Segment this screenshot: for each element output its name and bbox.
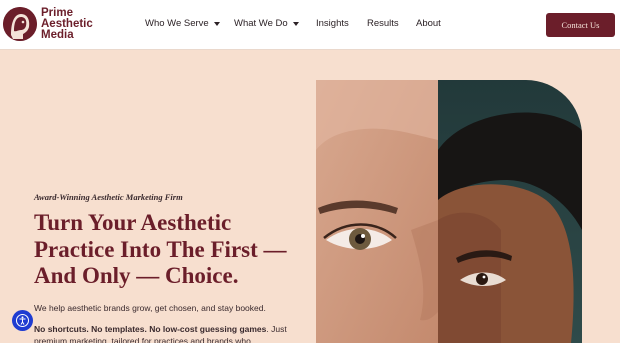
nav-item-what-we-do[interactable]: What We Do [234,18,299,29]
nav-label: Who We Serve [145,18,209,29]
chevron-down-icon [213,22,220,26]
chevron-down-icon [292,22,299,26]
headline-line-3: And Only — Choice. [34,263,239,288]
hero-eyebrow: Award-Winning Aesthetic Marketing Firm [34,192,183,202]
nav-label: What We Do [234,18,288,29]
nav-item-about[interactable]: About [416,18,441,29]
woman-portrait-logo-icon [3,7,37,41]
site-header: Prime Aesthetic Media Who We Serve What … [0,0,620,50]
brand-line3: Media [41,28,74,41]
headline-line-1: Turn Your Aesthetic [34,210,232,235]
accessibility-button[interactable] [12,310,33,331]
nav-label: About [416,18,441,29]
nav-item-insights[interactable]: Insights [316,18,349,29]
nav-label: Results [367,18,399,29]
nav-item-results[interactable]: Results [367,18,399,29]
hero-headline: Turn Your Aesthetic Practice Into The Fi… [34,210,314,290]
brand-line2: Aesthetic [41,17,93,30]
headline-line-2: Practice Into The First — [34,236,287,262]
brand-line1: Prime [41,6,73,19]
nav-label: Insights [316,18,349,29]
brand-logo[interactable]: Prime Aesthetic Media [3,7,93,41]
nav-item-who-we-serve[interactable]: Who We Serve [145,18,220,29]
contact-us-button[interactable]: Contact Us [546,13,615,37]
hero-subtext: We help aesthetic brands grow, get chose… [34,303,266,313]
accessibility-icon [16,314,29,327]
hero-image [316,80,582,343]
hero-subtext-2-bold: No shortcuts. No templates. No low-cost … [34,324,267,334]
hero-subtext-2: No shortcuts. No templates. No low-cost … [34,323,294,343]
brand-name: Prime Aesthetic Media [41,6,93,41]
